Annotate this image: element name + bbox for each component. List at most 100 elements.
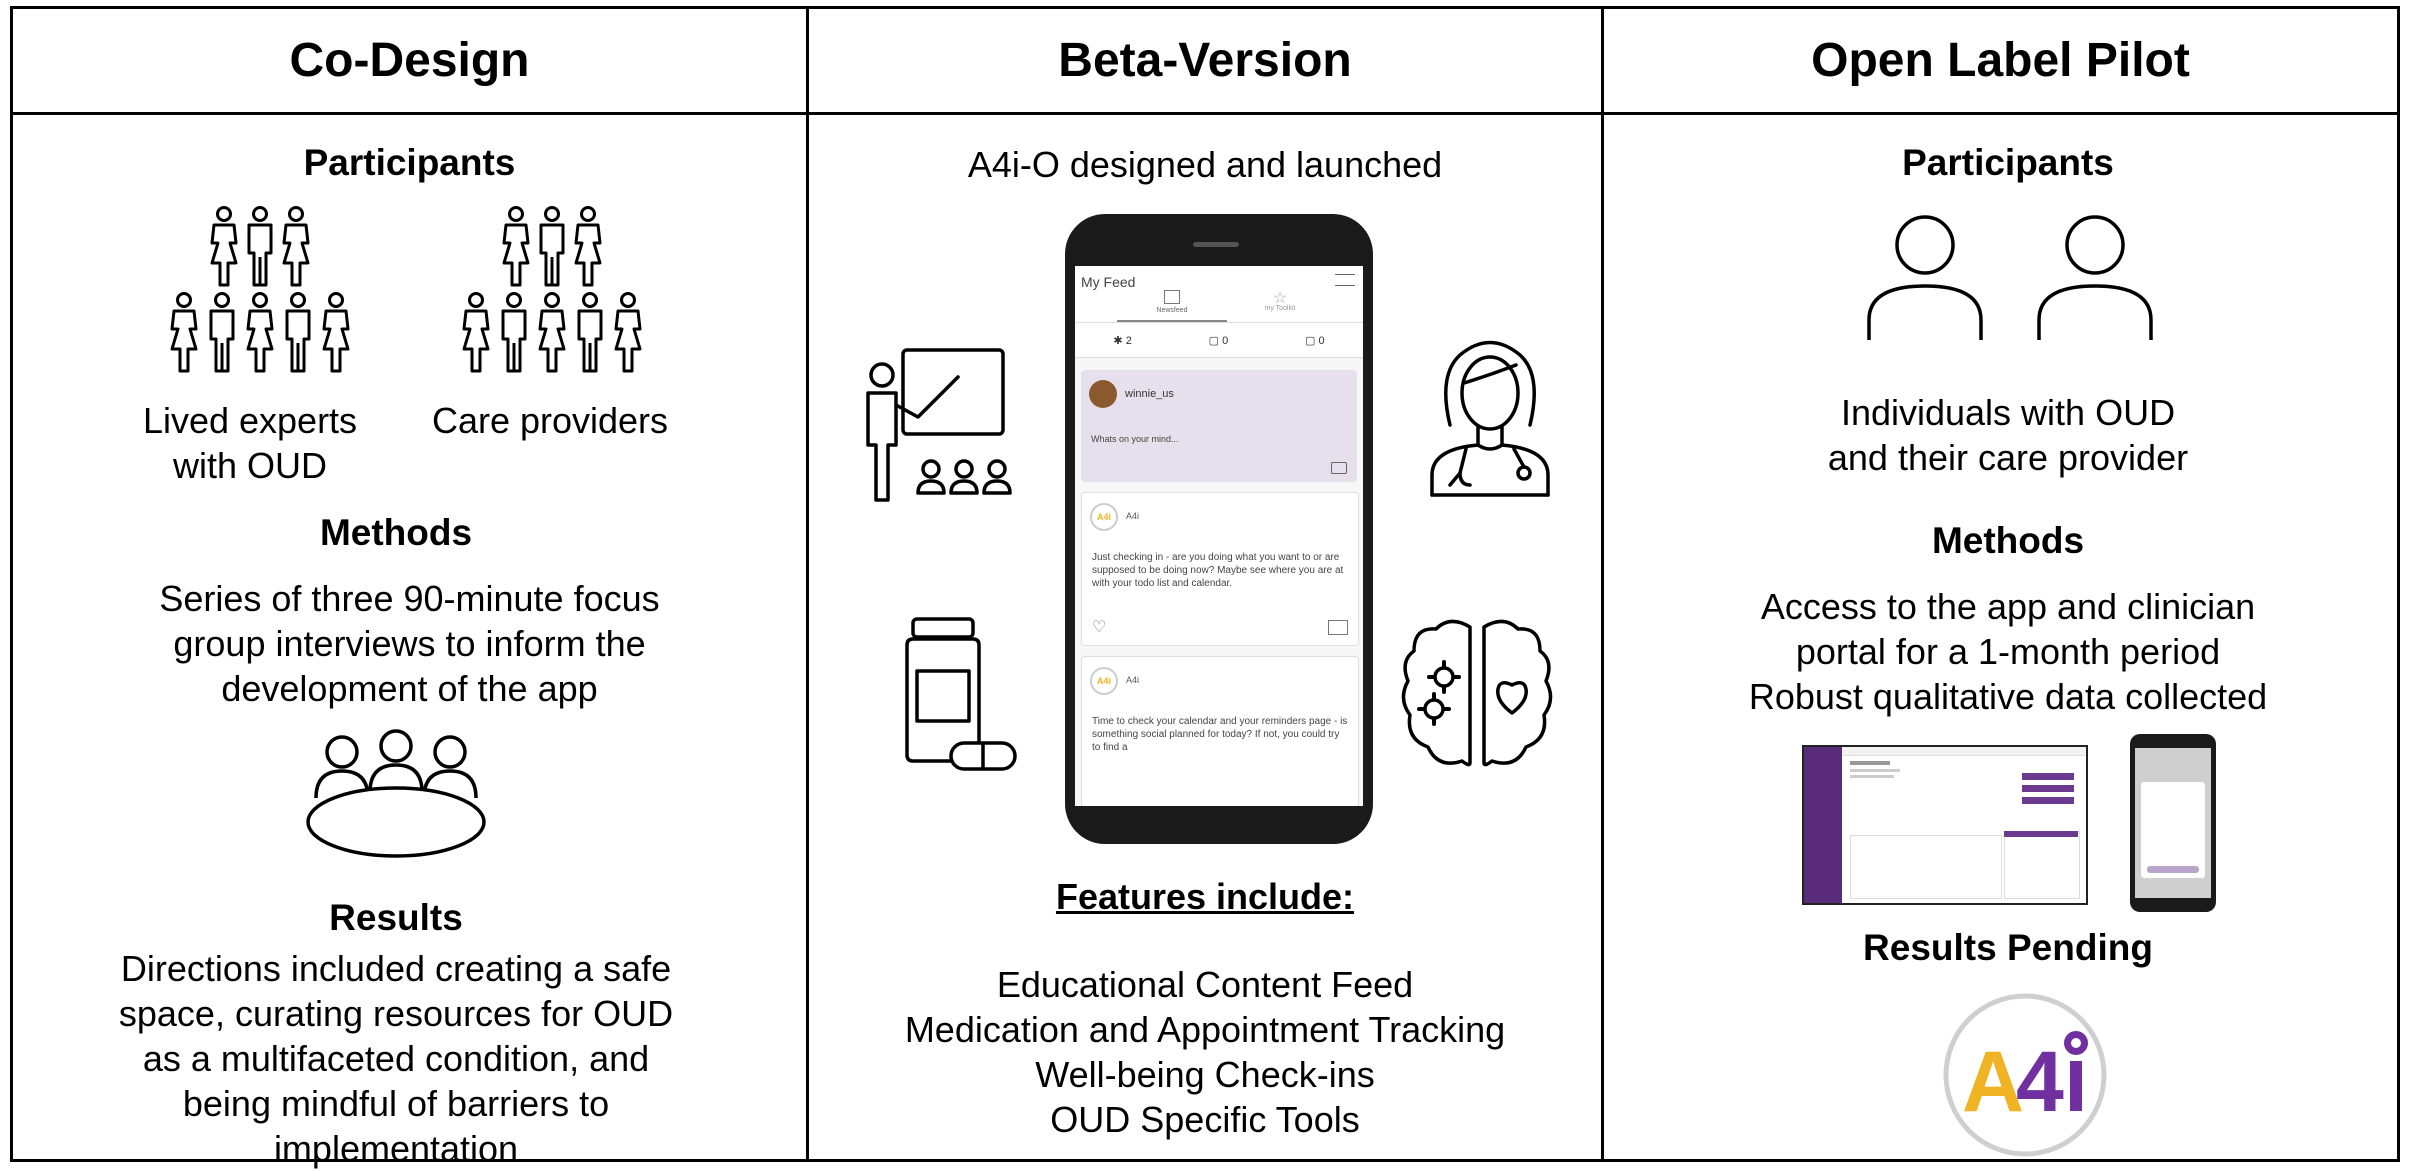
- portal-button: [2022, 785, 2074, 792]
- post-text: Just checking in - are you doing what yo…: [1092, 552, 1344, 589]
- person-figure-icon: [209, 292, 235, 373]
- feature-item: Well-being Check-ins: [1035, 1054, 1375, 1095]
- tab-toolkit-label: my Toolkit: [1264, 305, 1296, 312]
- results-pending-heading: Results Pending: [1863, 927, 2153, 968]
- feed-title: My Feed: [1081, 274, 1136, 290]
- a4i-avatar: A4i: [1090, 503, 1118, 531]
- results-heading: Results: [329, 897, 463, 938]
- tab-newsfeed[interactable]: Newsfeed: [1117, 290, 1227, 322]
- diagram-root: Co-Design Beta-Version Open Label Pilot …: [0, 0, 2410, 1169]
- group-label-lived-experts: Lived experts with OUD: [142, 400, 358, 486]
- tab-newsfeed-label: Newsfeed: [1156, 307, 1188, 314]
- column-title-co-design: Co-Design: [289, 33, 530, 87]
- person-outline-icon: [2037, 215, 2153, 340]
- medication-bottle-icon: [905, 617, 1017, 771]
- portal-button: [2004, 831, 2078, 837]
- composer-user: winnie_us: [1125, 388, 1174, 400]
- pilot-participants-text: Individuals with OUD and their care prov…: [1827, 392, 2189, 478]
- methods-heading: Methods: [319, 512, 473, 553]
- post-author: A4i: [1126, 511, 1140, 521]
- person-figure-icon: [574, 206, 602, 287]
- counter-asterisk[interactable]: ✱ 2: [1113, 334, 1131, 347]
- clinician-portal-screenshot: [1802, 745, 2088, 905]
- portal-panel: [1850, 835, 2002, 899]
- pilot-methods-text: Access to the app and clinician portal f…: [1748, 586, 2268, 717]
- phone-mockup: My Feed Newsfeed ☆ my Toolkit ✱ 2 ▢ 0 ▢ …: [1065, 214, 1373, 844]
- post-card-1[interactable]: A4i A4i Just checking in - are you doing…: [1081, 492, 1359, 646]
- logo-letter-a: A: [1962, 1034, 2024, 1130]
- patient-app-phone: [2130, 734, 2216, 912]
- a4i-logo: A 4: [1943, 993, 2107, 1157]
- portal-panel: [2004, 831, 2080, 899]
- teacher-icon: [866, 348, 1012, 502]
- portal-topbar: [1842, 747, 2086, 756]
- person-figure-icon: [285, 292, 311, 373]
- group-label-care-providers: Care providers: [431, 400, 669, 441]
- person-figure-icon: [577, 292, 603, 373]
- feed-header: My Feed Newsfeed ☆ my Toolkit: [1075, 266, 1363, 323]
- column-title-beta-version: Beta-Version: [1058, 33, 1352, 87]
- portal-panel: [1850, 769, 1900, 772]
- lived-experts-people-icon: [170, 206, 350, 373]
- person-figure-icon: [462, 292, 490, 373]
- care-providers-people-icon: [462, 206, 642, 373]
- patient-app-screen: [2135, 748, 2211, 898]
- post-text: Time to check your calendar and your rem…: [1092, 716, 1348, 753]
- person-figure-icon: [539, 206, 565, 287]
- feature-item: Educational Content Feed: [996, 964, 1414, 1005]
- calendar-icon: ▢: [1208, 334, 1223, 347]
- camera-icon[interactable]: [1331, 462, 1347, 474]
- features-heading: Features include:: [1055, 876, 1355, 917]
- pilot-participants-heading: Participants: [1902, 142, 2114, 183]
- person-figure-icon: [538, 292, 566, 373]
- person-figure-icon: [247, 206, 273, 287]
- counter-calendar-2[interactable]: ▢ 0: [1305, 334, 1325, 347]
- asterisk-icon: ✱: [1113, 334, 1126, 347]
- features-list: Educational Content Feed Medication and …: [809, 962, 1601, 1142]
- person-figure-icon: [170, 292, 198, 373]
- portal-button: [2022, 797, 2074, 804]
- counter-value: 2: [1125, 334, 1132, 347]
- folder-icon[interactable]: [1328, 620, 1348, 635]
- participants-heading: Participants: [303, 142, 516, 183]
- composer-card[interactable]: winnie_us Whats on your mind...: [1081, 370, 1357, 482]
- counter-value: 0: [1318, 334, 1325, 347]
- portal-sidebar: [1804, 747, 1842, 903]
- person-outline-icon: [1867, 215, 1983, 340]
- header-divider: [10, 112, 2400, 115]
- brain-gear-heart-icon: [1401, 619, 1553, 767]
- counter-calendar-1[interactable]: ▢ 0: [1209, 334, 1229, 347]
- results-text: Directions included creating a safe spac…: [118, 948, 674, 1169]
- patient-app-dialog: [2141, 782, 2205, 878]
- portal-panel: [1850, 775, 1894, 778]
- person-figure-icon: [322, 292, 350, 373]
- tab-toolkit[interactable]: ☆ my Toolkit: [1245, 288, 1315, 318]
- focus-group-table-icon: [306, 729, 486, 858]
- pilot-methods-heading: Methods: [1931, 520, 2085, 561]
- person-figure-icon: [282, 206, 310, 287]
- methods-text: Series of three 90-minute focus group in…: [159, 578, 660, 709]
- feature-item: Medication and Appointment Tracking: [904, 1009, 1506, 1050]
- person-figure-icon: [502, 206, 530, 287]
- patient-app-button: [2147, 866, 2199, 873]
- portal-button: [2022, 773, 2074, 780]
- counters-bar: ✱ 2 ▢ 0 ▢ 0: [1075, 323, 1363, 358]
- heart-icon[interactable]: ♡: [1092, 617, 1106, 637]
- composer-placeholder: Whats on your mind...: [1091, 434, 1179, 444]
- list-icon: [1164, 290, 1180, 304]
- calendar-icon: ▢: [1305, 334, 1319, 347]
- doctor-icon: [1430, 340, 1550, 497]
- beta-intro-text: A4i-O designed and launched: [967, 144, 1443, 185]
- column-title-open-label-pilot: Open Label Pilot: [1811, 33, 2190, 87]
- counter-value: 0: [1222, 334, 1229, 347]
- person-figure-icon: [614, 292, 642, 373]
- phone-speaker: [1193, 242, 1239, 247]
- filter-icon[interactable]: [1335, 274, 1355, 286]
- post-card-2[interactable]: A4i A4i Time to check your calendar and …: [1081, 656, 1359, 806]
- logo-digit-4: 4: [2016, 1034, 2064, 1130]
- person-figure-icon: [246, 292, 274, 373]
- post-author: A4i: [1126, 675, 1140, 685]
- avatar: [1089, 380, 1117, 408]
- portal-panel: [1850, 761, 1890, 765]
- a4i-avatar: A4i: [1090, 667, 1118, 695]
